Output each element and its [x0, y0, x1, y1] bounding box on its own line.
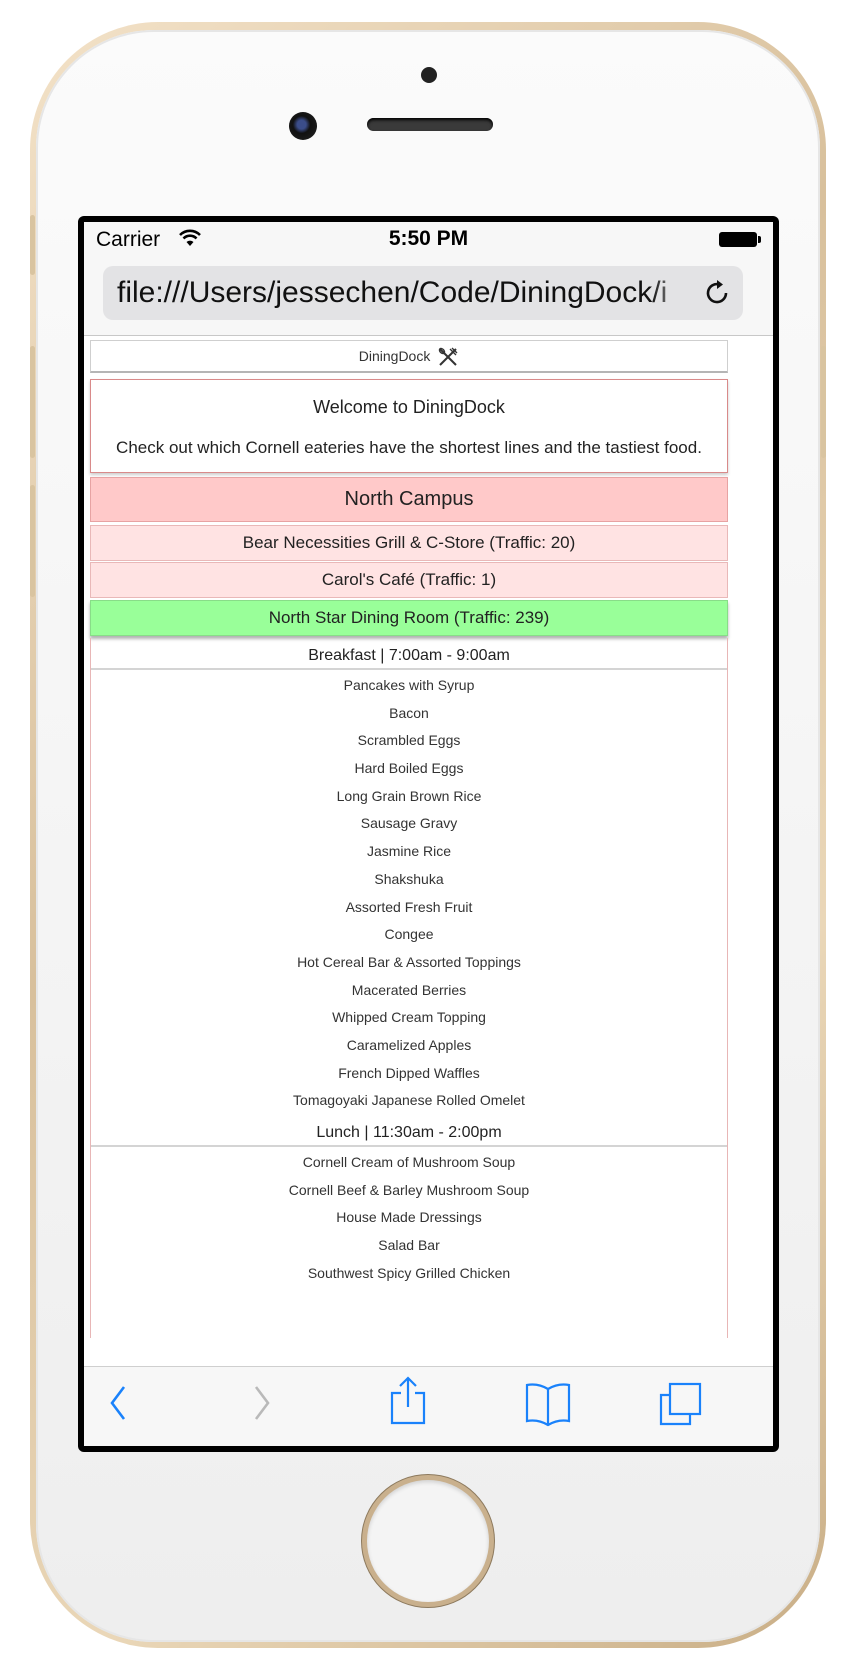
volume-up-button	[30, 346, 35, 458]
forward-chevron-icon[interactable]	[250, 1381, 274, 1430]
menu-item: Long Grain Brown Rice	[336, 787, 482, 804]
welcome-title: Welcome to DiningDock	[313, 397, 505, 417]
menu-item: Southwest Spicy Grilled Chicken	[307, 1264, 511, 1281]
status-bar: Carrier 5:50 PM	[84, 222, 773, 256]
menu-item: Bacon	[389, 704, 429, 721]
eatery-carols-cafe[interactable]: Carol's Café (Traffic: 1)	[90, 562, 728, 598]
battery-icon	[719, 232, 761, 247]
eatery-north-star[interactable]: North Star Dining Room (Traffic: 239)	[90, 600, 728, 636]
display: Carrier 5:50 PM file:///Users/jessechen/…	[84, 222, 773, 1446]
front-camera	[289, 112, 317, 140]
site-header: DiningDock	[90, 340, 728, 373]
menu-item: Cornell Cream of Mushroom Soup	[302, 1154, 516, 1170]
menu-item: Macerated Berries	[351, 981, 467, 998]
meal-header-breakfast: Breakfast | 7:00am - 9:00am	[91, 644, 727, 670]
menu-item: Cornell Beef & Barley Mushroom Soup	[288, 1181, 530, 1198]
lunch-items: Cornell Cream of Mushroom Soup Cornell B…	[91, 1149, 727, 1287]
menu-item: Hard Boiled Eggs	[354, 760, 464, 777]
share-icon[interactable]	[388, 1375, 428, 1432]
power-button	[821, 346, 826, 458]
menu-item: Sausage Gravy	[360, 815, 458, 832]
url-fade	[651, 266, 691, 320]
menu-item: Jasmine Rice	[366, 843, 452, 860]
welcome-subtitle: Check out which Cornell eateries have th…	[116, 438, 702, 457]
utensils-icon	[438, 347, 458, 367]
bookmarks-icon[interactable]	[524, 1381, 572, 1432]
url-text[interactable]: file:///Users/jessechen/Code/DiningDock/…	[117, 276, 683, 310]
url-bar[interactable]: file:///Users/jessechen/Code/DiningDock/…	[103, 266, 743, 320]
web-content[interactable]: DiningDock Welcome to DiningDock Check o…	[84, 336, 773, 1367]
reload-icon[interactable]	[703, 278, 731, 313]
eatery-bear-necessities[interactable]: Bear Necessities Grill & C-Store (Traffi…	[90, 525, 728, 561]
menu-item: French Dipped Waffles	[338, 1064, 480, 1081]
menu-item: Assorted Fresh Fruit	[345, 898, 473, 915]
menu-item: Salad Bar	[378, 1237, 440, 1254]
site-brand: DiningDock	[358, 348, 431, 364]
menu-item: House Made Dressings	[336, 1209, 482, 1226]
menu-item: Congee	[384, 926, 434, 943]
tabs-icon[interactable]	[658, 1381, 704, 1432]
menu-item: Scrambled Eggs	[357, 732, 461, 749]
menu-item: Whipped Cream Topping	[332, 1009, 486, 1026]
earpiece-speaker	[367, 118, 493, 131]
phone-screen: Carrier 5:50 PM file:///Users/jessechen/…	[78, 216, 779, 1452]
campus-header-north[interactable]: North Campus	[90, 477, 728, 522]
menu-item: Pancakes with Syrup	[343, 677, 475, 693]
volume-down-button	[30, 485, 35, 597]
welcome-card: Welcome to DiningDock Check out which Co…	[90, 379, 728, 473]
mute-switch	[30, 215, 35, 275]
status-time: 5:50 PM	[388, 227, 469, 250]
meal-header-lunch: Lunch | 11:30am - 2:00pm	[91, 1121, 727, 1147]
menu-item: Caramelized Apples	[346, 1036, 472, 1053]
breakfast-items: Pancakes with Syrup Bacon Scrambled Eggs…	[91, 672, 727, 1115]
home-button[interactable]	[367, 1480, 489, 1602]
proximity-sensor	[421, 67, 437, 83]
menu-item: Shakshuka	[374, 870, 444, 887]
safari-toolbar	[84, 1366, 773, 1446]
menu-panel: Breakfast | 7:00am - 9:00am Pancakes wit…	[90, 638, 728, 1338]
menu-item: Hot Cereal Bar & Assorted Toppings	[297, 953, 521, 970]
menu-item: Tomagoyaki Japanese Rolled Omelet	[293, 1092, 525, 1109]
back-chevron-icon[interactable]	[106, 1381, 130, 1430]
